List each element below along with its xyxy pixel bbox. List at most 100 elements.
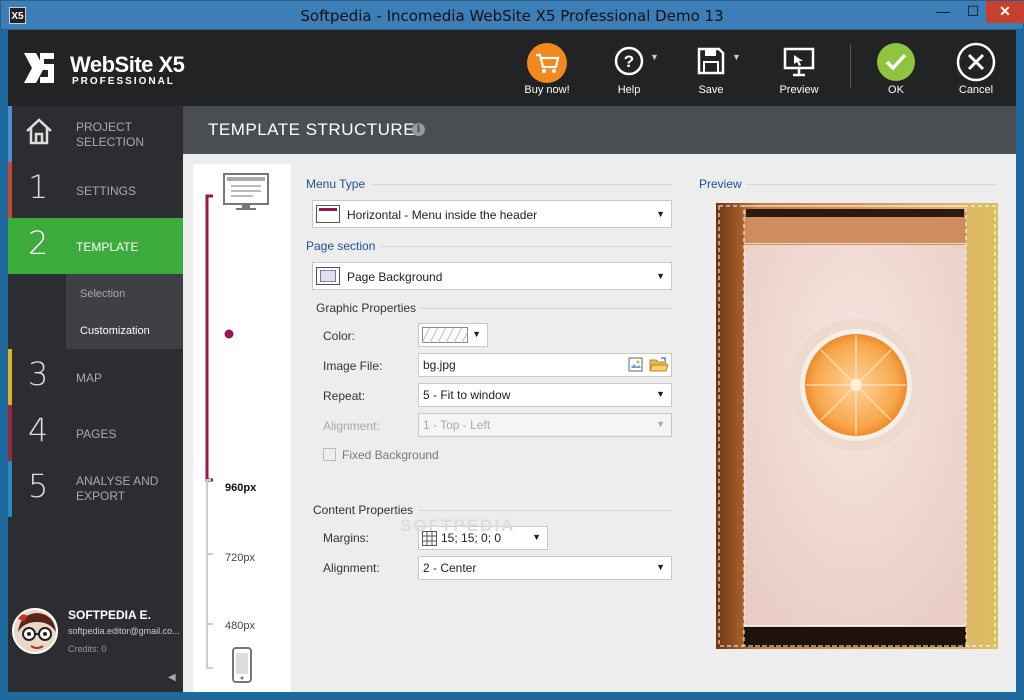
close-circle-icon xyxy=(956,42,996,82)
graphic-properties-title: Graphic Properties xyxy=(316,301,417,315)
ruler-label-480[interactable]: 480px xyxy=(225,620,255,632)
preview-button[interactable]: Preview xyxy=(766,38,832,100)
ruler-label-720[interactable]: 720px xyxy=(225,552,255,564)
nav-label-project-selection-1: PROJECT xyxy=(76,120,133,134)
save-button[interactable]: ▼ Save xyxy=(678,38,744,100)
subnav-item-selection[interactable]: Selection xyxy=(80,288,125,300)
fixed-background-checkbox[interactable] xyxy=(323,448,336,461)
color-label: Color: xyxy=(323,329,356,343)
image-file-label: Image File: xyxy=(323,359,383,373)
home-icon xyxy=(26,118,52,145)
image-preview-icon[interactable] xyxy=(627,356,645,374)
checkmark-icon xyxy=(877,43,915,81)
nav-number-analyse-export: 5 xyxy=(28,467,49,505)
preview-label: Preview xyxy=(779,84,819,96)
color-swatch-icon xyxy=(422,327,468,343)
nav-item-template[interactable]: 2 TEMPLATE xyxy=(8,218,183,274)
resolution-ruler: 960px 720px 480px xyxy=(193,164,291,692)
ruler-position-marker[interactable] xyxy=(224,329,234,339)
nav-number-pages: 4 xyxy=(28,411,49,449)
margins-caret-icon: ▼ xyxy=(532,532,541,542)
buy-now-button[interactable]: Buy now! xyxy=(514,38,580,100)
graphic-properties-divider xyxy=(420,308,672,309)
subnav-item-customization[interactable]: Customization xyxy=(80,325,150,337)
smartphone-icon xyxy=(232,647,252,683)
menu-type-section-title: Menu Type xyxy=(306,177,366,191)
open-folder-icon[interactable] xyxy=(649,356,669,374)
nav-label-map: MAP xyxy=(76,371,103,385)
template-preview[interactable] xyxy=(716,203,998,649)
window-titlebar: X5 Softpedia - Incomedia WebSite X5 Prof… xyxy=(0,0,1024,30)
monitor-preview-icon xyxy=(783,47,815,77)
collapse-sidebar-icon[interactable]: ◀ xyxy=(168,672,176,683)
ok-label: OK xyxy=(888,84,904,96)
content-alignment-caret-icon: ▼ xyxy=(656,562,665,572)
save-label: Save xyxy=(698,84,724,96)
watermark: SOFTPEDIA xyxy=(400,516,516,535)
cart-icon xyxy=(527,43,567,83)
main-toolbar: WebSite X5 PROFESSIONAL Buy now! ? ▼ Hel… xyxy=(8,30,1016,106)
logo-name: WebSite X5 xyxy=(70,52,185,77)
wizard-navigation: PROJECT SELECTION 1 SETTINGS 2 TEMPLATE … xyxy=(8,106,183,692)
logo-edition: PROFESSIONAL xyxy=(72,76,175,87)
content-properties-divider xyxy=(418,510,672,511)
desktop-monitor-icon xyxy=(223,173,269,210)
page-section-dropdown[interactable]: Page Background ▼ xyxy=(312,262,672,290)
color-picker[interactable]: ▼ xyxy=(418,323,488,347)
repeat-caret-icon: ▼ xyxy=(656,389,665,399)
cancel-label: Cancel xyxy=(958,84,994,96)
svg-text:?: ? xyxy=(624,52,634,71)
user-panel: SOFTPEDIA E. softpedia.editor@gmail.co..… xyxy=(8,596,183,692)
menu-type-caret-icon: ▼ xyxy=(656,209,665,219)
content-properties-title: Content Properties xyxy=(313,503,414,517)
close-window-button[interactable]: ✕ xyxy=(986,1,1024,23)
help-button[interactable]: ? ▼ Help xyxy=(596,38,662,100)
content-alignment-value: 2 - Center xyxy=(423,561,477,575)
page-section-divider xyxy=(380,246,672,247)
repeat-dropdown[interactable]: 5 - Fit to window ▼ xyxy=(418,383,672,407)
minimize-button[interactable]: — xyxy=(928,1,958,23)
ruler-graphic xyxy=(205,173,269,683)
nav-item-analyse-export[interactable]: 5 ANALYSE AND EXPORT xyxy=(8,461,183,517)
maximize-button[interactable]: ☐ xyxy=(958,1,988,23)
info-icon[interactable]: i xyxy=(412,123,425,136)
image-file-input[interactable]: bg.jpg xyxy=(418,353,672,377)
content-alignment-dropdown[interactable]: 2 - Center ▼ xyxy=(418,556,672,580)
image-file-value: bg.jpg xyxy=(423,358,456,372)
toolbar-divider xyxy=(850,44,851,88)
user-credits: Credits: 0 xyxy=(68,644,107,654)
template-subnav: Selection Customization xyxy=(66,274,183,349)
help-icon: ? xyxy=(614,46,644,76)
page-section-title: Page section xyxy=(306,239,376,253)
nav-item-map[interactable]: 3 MAP xyxy=(8,349,183,405)
floppy-disk-icon xyxy=(697,47,725,75)
user-email: softpedia.editor@gmail.co... xyxy=(68,626,180,636)
user-name: SOFTPEDIA E. xyxy=(68,608,151,622)
nav-label-pages: PAGES xyxy=(76,427,117,441)
content-header: TEMPLATE STRUCTURE i xyxy=(183,106,1016,154)
alignment-dropdown[interactable]: 1 - Top - Left ▼ xyxy=(418,413,672,437)
nav-item-pages[interactable]: 4 PAGES xyxy=(8,405,183,461)
ok-button[interactable]: OK xyxy=(863,38,929,100)
nav-item-project-selection[interactable]: PROJECT SELECTION xyxy=(8,106,183,162)
menu-type-dropdown[interactable]: Horizontal - Menu inside the header ▼ xyxy=(312,200,672,228)
help-caret-icon: ▼ xyxy=(650,52,659,62)
menu-type-value: Horizontal - Menu inside the header xyxy=(347,208,538,222)
nav-number-template: 2 xyxy=(28,224,49,262)
ruler-label-960[interactable]: 960px xyxy=(225,482,256,494)
preview-render xyxy=(716,203,998,649)
content-alignment-label: Alignment: xyxy=(323,561,380,575)
menu-type-thumbnail-icon xyxy=(316,205,340,223)
avatar[interactable] xyxy=(12,608,58,654)
nav-item-settings[interactable]: 1 SETTINGS xyxy=(8,162,183,218)
nav-label-template: TEMPLATE xyxy=(76,240,139,254)
menu-type-divider xyxy=(372,184,672,185)
page-section-value: Page Background xyxy=(347,270,443,284)
nav-number-settings: 1 xyxy=(28,168,49,206)
margins-label: Margins: xyxy=(323,531,370,545)
help-label: Help xyxy=(617,84,641,96)
alignment-caret-icon: ▼ xyxy=(656,419,665,429)
repeat-value: 5 - Fit to window xyxy=(423,388,511,402)
page-title: TEMPLATE STRUCTURE xyxy=(208,120,416,139)
cancel-button[interactable]: Cancel xyxy=(943,38,1009,100)
